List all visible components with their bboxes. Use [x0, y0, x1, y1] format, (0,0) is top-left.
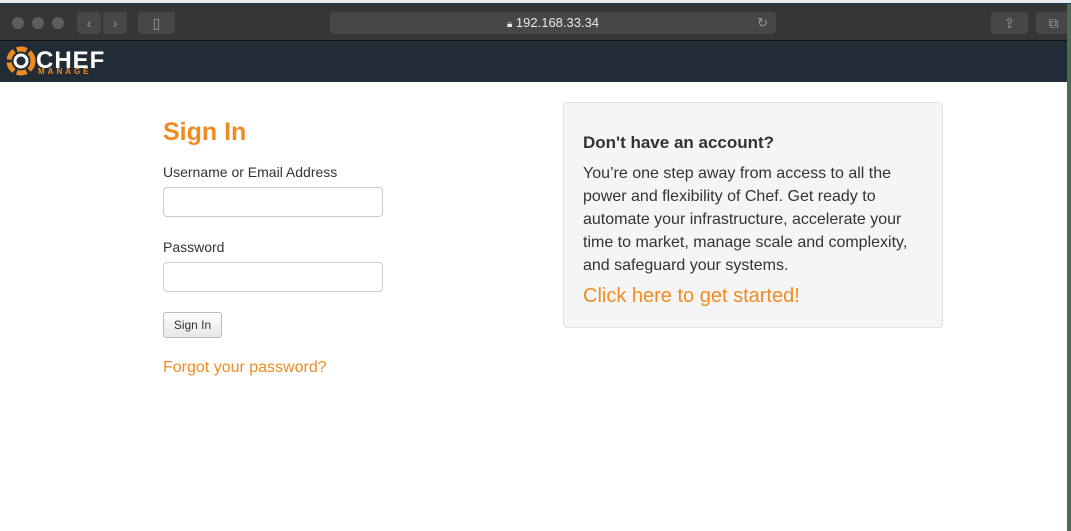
page-title: Sign In — [163, 118, 247, 146]
signup-panel: Don't have an account? You’re one step a… — [563, 102, 943, 328]
sidebar-icon[interactable]: ▯ — [138, 12, 175, 34]
forgot-password-link[interactable]: Forgot your password? — [163, 359, 327, 377]
brand-sub: MANAGE — [38, 67, 92, 76]
password-input[interactable] — [163, 262, 383, 292]
zoom-window-button[interactable] — [52, 17, 64, 29]
username-label: Username or Email Address — [163, 164, 338, 180]
reload-icon[interactable]: ↻ — [757, 12, 768, 34]
close-window-button[interactable] — [12, 17, 24, 29]
panel-body: You’re one step away from access to all … — [583, 165, 908, 274]
browser-toolbar: ‹ › ▯ 🔒︎ 192.168.33.34 ↻ ⇪ ⧉ — [0, 4, 1071, 41]
username-input[interactable] — [163, 187, 383, 217]
password-label: Password — [163, 239, 225, 255]
share-icon[interactable]: ⇪ — [991, 12, 1028, 34]
minimize-window-button[interactable] — [32, 17, 44, 29]
url-text: 192.168.33.34 — [515, 15, 600, 30]
get-started-link[interactable]: Click here to get started! — [583, 285, 923, 308]
forward-icon[interactable]: › — [103, 12, 127, 34]
lock-icon: 🔒︎ — [506, 19, 513, 30]
chef-logo-icon[interactable] — [6, 46, 36, 76]
address-bar[interactable]: 🔒︎ 192.168.33.34 ↻ — [330, 12, 776, 34]
top-nav — [0, 41, 1067, 82]
window-edge — [1067, 4, 1071, 531]
sign-in-button[interactable]: Sign In — [163, 312, 222, 338]
tabs-icon[interactable]: ⧉ — [1036, 12, 1071, 34]
panel-title: Don't have an account? — [583, 133, 775, 152]
back-icon[interactable]: ‹ — [77, 12, 101, 34]
